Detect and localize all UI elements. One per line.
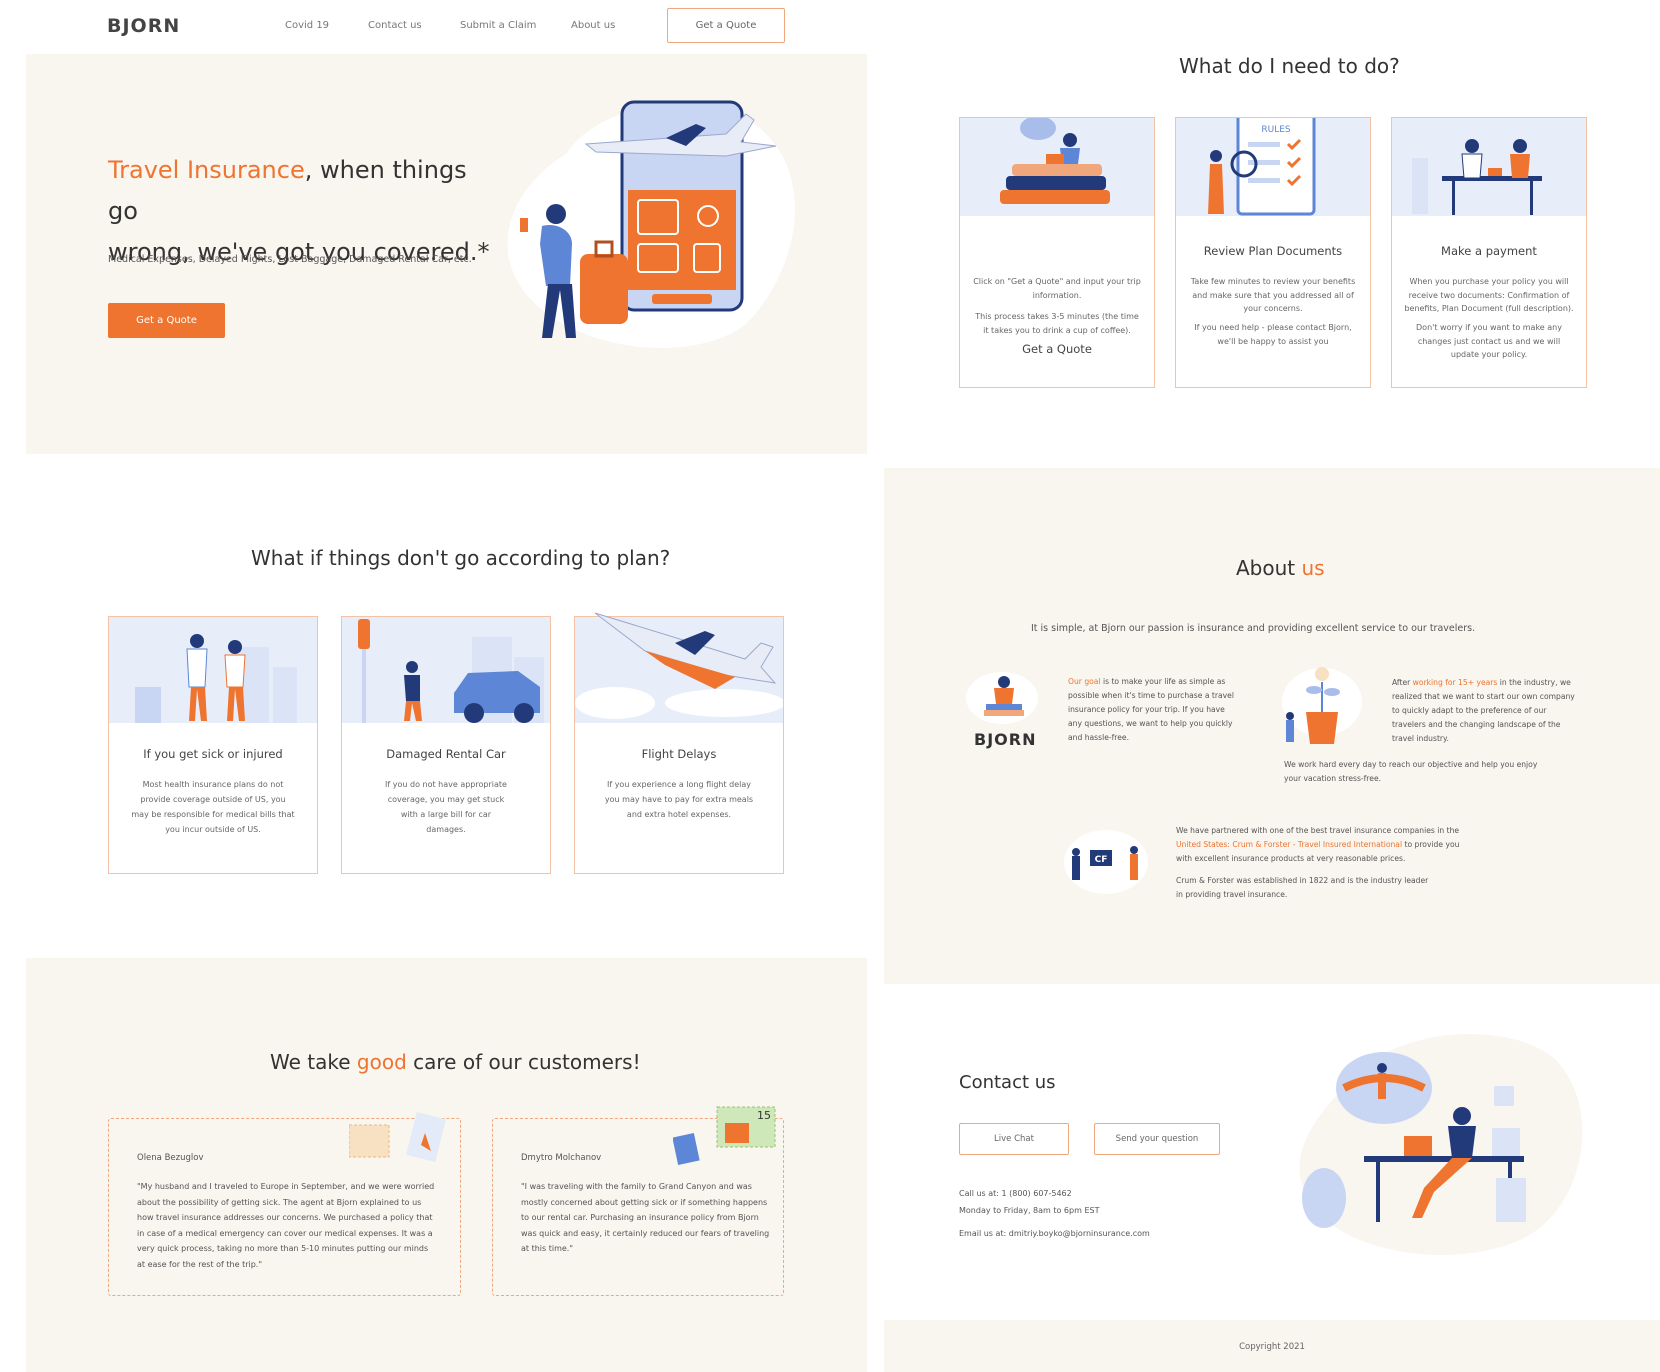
landing-hero-section: BJORN Covid 19 Contact us Submit a Claim…	[26, 0, 867, 454]
about-experience: After working for 15+ years in the indus…	[1392, 676, 1578, 746]
step-card-text-2: This process takes 3-5 minutes (the time…	[975, 312, 1139, 335]
coverage-card-title: Flight Delays	[641, 747, 717, 761]
steps-title: What do I need to do?	[1179, 54, 1400, 78]
step-card-text-2: If you need help - please contact Bjorn,…	[1194, 323, 1352, 346]
footer: Copyright 2021	[884, 1320, 1660, 1372]
meeting-at-table-illustration	[1412, 139, 1542, 215]
testimonial-card: Olena Bezuglov "My husband and I travele…	[108, 1112, 461, 1296]
top-navigation: BJORN Covid 19 Contact us Submit a Claim…	[26, 0, 867, 54]
about-title-highlight: us	[1301, 556, 1325, 580]
coverage-title: What if things don't go according to pla…	[251, 546, 671, 570]
stamp-label: 15	[757, 1109, 771, 1122]
copyright-text: Copyright 2021	[1239, 1342, 1305, 1352]
plant-pot-illustration	[1282, 667, 1362, 744]
doctor-patient-illustration	[135, 634, 297, 723]
steps-section: What do I need to do? Get a Quote Click …	[884, 0, 1660, 468]
coverage-card-rental-car: Damaged Rental Car If you do not have ap…	[341, 616, 551, 874]
about-experience-highlight: working for 15+ years	[1412, 678, 1498, 687]
hero-banner: Travel Insurance, when things go wrong, …	[26, 54, 867, 454]
about-intro: It is simple, at Bjorn our passion is in…	[1031, 623, 1476, 634]
contact-hours: Monday to Friday, 8am to 6pm EST	[959, 1206, 1100, 1215]
nav-link-submit-claim[interactable]: Submit a Claim	[460, 20, 536, 31]
about-experience-after: in the industry, we realized that we wan…	[1392, 678, 1575, 743]
live-chat-button[interactable]: Live Chat	[959, 1123, 1069, 1155]
testimonials-section: We take good care of our customers! Olen…	[26, 958, 867, 1372]
rules-label: RULES	[1261, 125, 1291, 135]
partnership-handshake-illustration: CF	[1064, 830, 1148, 894]
brand-logo[interactable]: BJORN	[107, 15, 180, 37]
contact-title: Contact us	[959, 1072, 1056, 1093]
step-card-make-payment: Make a payment When you purchase your po…	[1391, 117, 1587, 388]
postage-stamp-icon: 15	[673, 1106, 776, 1165]
step-card-image: RULES	[1176, 118, 1370, 216]
step-card-get-quote: Get a Quote Click on "Get a Quote" and i…	[959, 117, 1155, 388]
about-goal: Our goal is to make your life as simple …	[1068, 675, 1236, 745]
nav-link-contact[interactable]: Contact us	[368, 20, 422, 31]
about-partner-highlight: United States: Crum & Forster - Travel I…	[1176, 840, 1403, 849]
about-goal-highlight: Our goal	[1068, 677, 1101, 686]
about-goal-text: is to make your life as simple as possib…	[1068, 677, 1234, 742]
hero-subtitle: Medical Expenses, Delayed Flights, Lost …	[108, 254, 472, 265]
coverage-card-image	[342, 617, 550, 723]
contact-section: Contact us Live Chat Send your question …	[884, 984, 1660, 1320]
coverage-card-text: Most health insurance plans do not provi…	[131, 780, 295, 834]
step-card-title: Make a payment	[1441, 244, 1537, 258]
page-canvas: BJORN Covid 19 Contact us Submit a Claim…	[0, 0, 1660, 1372]
coverage-card-title: If you get sick or injured	[143, 747, 283, 761]
send-question-button[interactable]: Send your question	[1094, 1123, 1220, 1155]
step-card-title: Review Plan Documents	[1203, 244, 1343, 258]
about-partner-before: We have partnered with one of the best t…	[1176, 826, 1460, 835]
step-card-text-2: Don't worry if you want to make any chan…	[1416, 323, 1562, 359]
testimonial-card: Dmytro Molchanov "I was traveling with t…	[492, 1106, 784, 1296]
reading-woman-illustration	[1000, 118, 1110, 204]
coverage-card-flight-delays: Flight Delays If you experience a long f…	[574, 612, 784, 874]
nav-link-covid[interactable]: Covid 19	[285, 20, 329, 31]
postage-stamp-icon	[349, 1112, 446, 1162]
coverage-card-text: If you do not have appropriate coverage,…	[385, 780, 507, 834]
testimonials-title-after: care of our customers!	[406, 1050, 641, 1074]
about-title: About us	[1236, 556, 1325, 580]
step-card-image	[960, 118, 1154, 216]
coverage-card-image	[109, 617, 317, 723]
contact-phone: Call us at: 1 (800) 607-5462	[959, 1189, 1072, 1198]
coverage-card-title: Damaged Rental Car	[386, 747, 506, 761]
coverage-card-image	[575, 612, 783, 723]
testimonials-title-before: We take	[270, 1050, 357, 1074]
step-card-image	[1392, 118, 1586, 216]
about-partner: We have partnered with one of the best t…	[1176, 824, 1476, 866]
about-logo: BJORN	[974, 730, 1037, 749]
support-agent-illustration	[1299, 1034, 1583, 1255]
about-experience-before: After	[1392, 678, 1413, 687]
testimonial-author: Dmytro Molchanov	[521, 1153, 602, 1163]
about-work-hard: We work hard every day to reach our obje…	[1284, 760, 1538, 783]
bjorn-mascot-illustration	[966, 672, 1038, 724]
header-get-quote-button[interactable]: Get a Quote	[667, 8, 785, 43]
step-card-text-1: Take few minutes to review your benefits…	[1190, 277, 1356, 313]
about-section: About us It is simple, at Bjorn our pass…	[884, 468, 1660, 984]
step-card-review-documents: RULES Review Plan Documents Take few min…	[1175, 117, 1371, 388]
airplane-illustration	[575, 612, 783, 719]
hero-title-highlight: Travel Insurance	[108, 156, 305, 184]
traveler-phone-illustration	[507, 100, 795, 348]
step-card-text-1: When you purchase your policy you will r…	[1404, 277, 1574, 313]
coverage-section: What if things don't go according to pla…	[26, 454, 867, 958]
about-title-before: About	[1236, 556, 1302, 580]
coverage-card-sick: If you get sick or injured Most health i…	[108, 616, 318, 874]
step-card-title: Get a Quote	[1022, 342, 1092, 356]
testimonials-title: We take good care of our customers!	[270, 1050, 641, 1074]
damaged-car-illustration	[358, 619, 544, 723]
testimonial-author: Olena Bezuglov	[137, 1153, 204, 1163]
nav-link-about[interactable]: About us	[571, 20, 615, 31]
testimonial-text: "I was traveling with the family to Gran…	[521, 1182, 770, 1253]
partner-badge: CF	[1095, 855, 1108, 865]
testimonial-text: "My husband and I traveled to Europe in …	[137, 1182, 435, 1269]
step-card-text-1: Click on "Get a Quote" and input your tr…	[973, 277, 1141, 300]
testimonials-title-highlight: good	[356, 1050, 407, 1074]
coverage-card-text: If you experience a long flight delay yo…	[604, 780, 754, 819]
rules-clipboard-illustration: RULES	[1208, 118, 1316, 216]
about-established: Crum & Forster was established in 1822 a…	[1176, 876, 1429, 899]
hero-get-quote-button[interactable]: Get a Quote	[108, 303, 225, 338]
contact-email[interactable]: Email us at: dmitriy.boyko@bjorninsuranc…	[959, 1229, 1150, 1238]
